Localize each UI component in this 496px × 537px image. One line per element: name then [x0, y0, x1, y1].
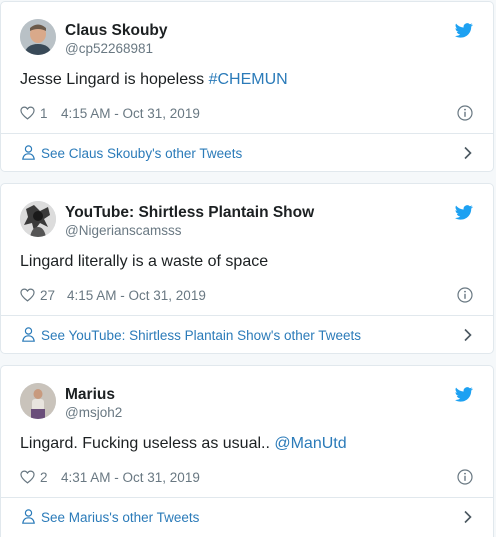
chevron-right-icon[interactable] — [463, 328, 473, 342]
chevron-right-icon[interactable] — [463, 146, 473, 160]
see-other-tweets-link[interactable]: See Claus Skouby's other Tweets — [20, 144, 473, 164]
tweet-text: Jesse Lingard is hopeless #CHEMUN — [20, 71, 288, 89]
divider — [1, 315, 493, 316]
divider — [1, 497, 493, 498]
timestamp-link[interactable]: 4:15 AM - Oct 31, 2019 — [67, 288, 206, 303]
tweet-header: Claus Skouby @cp52268981 — [20, 19, 473, 59]
tweet-meta: 1 4:15 AM - Oct 31, 2019 — [20, 104, 473, 124]
twitter-bird-icon[interactable] — [455, 205, 473, 220]
like-count[interactable]: 27 — [40, 288, 55, 303]
heart-icon[interactable] — [20, 288, 35, 302]
avatar[interactable] — [20, 19, 56, 55]
author-name[interactable]: Marius — [65, 386, 115, 404]
tweet-card[interactable]: Marius @msjoh2 Lingard. Fucking useless … — [0, 365, 494, 537]
person-icon — [22, 145, 35, 160]
author-handle[interactable]: @cp52268981 — [65, 41, 153, 56]
author-name[interactable]: Claus Skouby — [65, 22, 168, 40]
tweet-feed: Claus Skouby @cp52268981 Jesse Lingard i… — [0, 0, 496, 537]
avatar[interactable] — [20, 201, 56, 237]
person-icon — [22, 327, 35, 342]
see-other-tweets-label[interactable]: See Marius's other Tweets — [41, 510, 199, 525]
tweet-card[interactable]: YouTube: Shirtless Plantain Show @Nigeri… — [0, 183, 494, 354]
tweet-text: Lingard. Fucking useless as usual.. @Man… — [20, 435, 347, 453]
tweet-card[interactable]: Claus Skouby @cp52268981 Jesse Lingard i… — [0, 1, 494, 172]
avatar[interactable] — [20, 383, 56, 419]
twitter-bird-icon[interactable] — [455, 23, 473, 38]
info-icon[interactable] — [457, 105, 473, 121]
tweet-header: YouTube: Shirtless Plantain Show @Nigeri… — [20, 201, 473, 241]
tweet-text-body: Lingard. Fucking useless as usual.. — [20, 435, 275, 452]
tweet-text: Lingard literally is a waste of space — [20, 253, 268, 271]
mention-link[interactable]: @ManUtd — [274, 435, 346, 452]
like-count[interactable]: 2 — [40, 470, 48, 485]
hashtag-link[interactable]: #CHEMUN — [209, 71, 288, 88]
tweet-text-body: Lingard literally is a waste of space — [20, 253, 269, 270]
tweet-text-body: Jesse Lingard is hopeless — [20, 71, 209, 88]
info-icon[interactable] — [457, 469, 473, 485]
twitter-bird-icon[interactable] — [455, 387, 473, 402]
divider — [1, 133, 493, 134]
see-other-tweets-label[interactable]: See Claus Skouby's other Tweets — [41, 146, 242, 161]
tweet-meta: 2 4:31 AM - Oct 31, 2019 — [20, 468, 473, 488]
author-handle[interactable]: @msjoh2 — [65, 405, 122, 420]
info-icon[interactable] — [457, 287, 473, 303]
see-other-tweets-label[interactable]: See YouTube: Shirtless Plantain Show's o… — [41, 328, 361, 343]
person-icon — [22, 509, 35, 524]
tweet-header: Marius @msjoh2 — [20, 383, 473, 423]
like-count[interactable]: 1 — [40, 106, 48, 121]
see-other-tweets-link[interactable]: See Marius's other Tweets — [20, 508, 473, 528]
see-other-tweets-link[interactable]: See YouTube: Shirtless Plantain Show's o… — [20, 326, 473, 346]
timestamp-link[interactable]: 4:15 AM - Oct 31, 2019 — [61, 106, 200, 121]
chevron-right-icon[interactable] — [463, 510, 473, 524]
tweet-meta: 27 4:15 AM - Oct 31, 2019 — [20, 286, 473, 306]
heart-icon[interactable] — [20, 470, 35, 484]
timestamp-link[interactable]: 4:31 AM - Oct 31, 2019 — [61, 470, 200, 485]
heart-icon[interactable] — [20, 106, 35, 120]
author-handle[interactable]: @Nigerianscamsss — [65, 223, 181, 238]
author-name[interactable]: YouTube: Shirtless Plantain Show — [65, 204, 314, 222]
